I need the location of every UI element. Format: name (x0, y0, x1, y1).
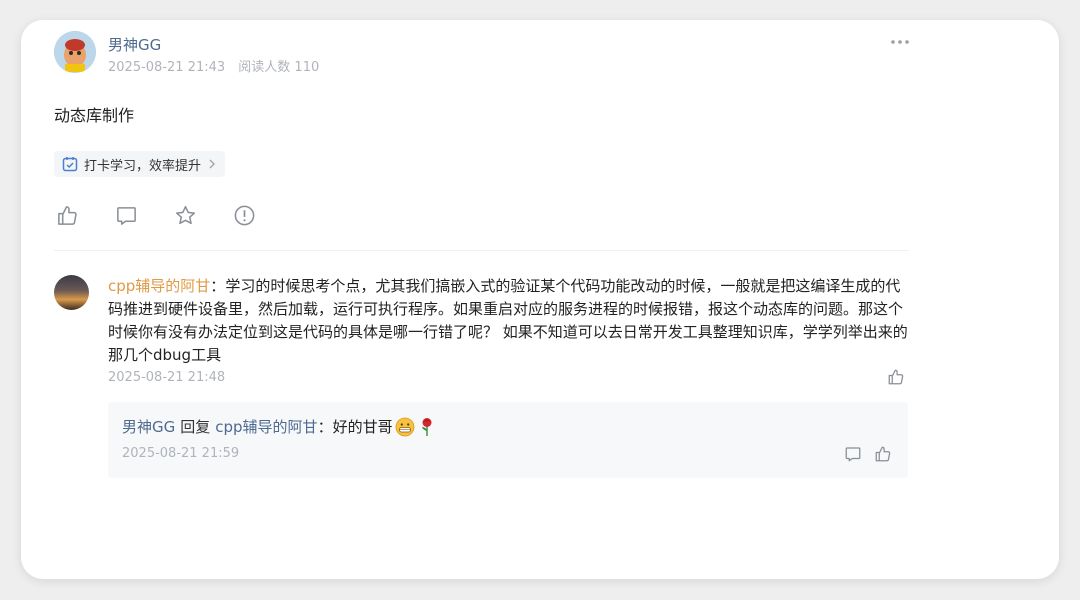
comment-time: 2025-08-21 21:48 (108, 370, 226, 385)
post-date: 2025-08-21 21:43 (108, 60, 226, 75)
post-meta: 2025-08-21 21:43 阅读人数 110 (108, 56, 319, 75)
post-title: 动态库制作 (54, 106, 135, 125)
comment-icon[interactable] (115, 204, 138, 227)
chevron-right-icon (207, 158, 217, 170)
read-count: 阅读人数 110 (238, 60, 320, 75)
like-icon[interactable] (56, 204, 79, 227)
commenter-name[interactable]: cpp辅导的阿甘 (108, 277, 210, 295)
star-icon[interactable] (174, 204, 197, 227)
reply-time: 2025-08-21 21:59 (122, 446, 240, 461)
reply-comment-icon[interactable] (844, 445, 862, 463)
reply-box: 男神GG 回复 cpp辅导的阿甘：好的甘哥 2025-08-21 21:59 (108, 402, 908, 478)
rose-emoji (417, 417, 437, 437)
reply-from[interactable]: 男神GG (122, 416, 175, 437)
reply-like-icon[interactable] (874, 445, 892, 463)
topic-tag-label: 打卡学习，效率提升 (84, 158, 202, 174)
reply-verb: 回复 (180, 418, 211, 436)
commenter-avatar[interactable] (54, 275, 89, 310)
topic-tag[interactable]: 打卡学习，效率提升 (54, 151, 226, 177)
grinning-face-emoji (395, 417, 415, 437)
author-avatar[interactable] (54, 31, 96, 73)
post-actions (56, 204, 256, 227)
divider (54, 250, 909, 251)
reply-to[interactable]: cpp辅导的阿甘 (215, 416, 317, 437)
comment-like-icon[interactable] (887, 368, 905, 386)
comment-content: 学习的时候思考个点，尤其我们搞嵌入式的验证某个代码功能改动的时候，一般就是把这编… (108, 277, 908, 364)
reply-separator: ： (317, 418, 333, 436)
comment-body: cpp辅导的阿甘：学习的时候思考个点，尤其我们搞嵌入式的验证某个代码功能改动的时… (108, 275, 908, 367)
author-name[interactable]: 男神GG (108, 34, 161, 55)
reply-line: 男神GG 回复 cpp辅导的阿甘：好的甘哥 (122, 416, 437, 437)
comment-separator: ： (210, 277, 226, 295)
reply-content: 好的甘哥 (332, 418, 393, 436)
report-icon[interactable] (233, 204, 256, 227)
more-icon[interactable] (887, 32, 913, 52)
checkin-icon (62, 156, 78, 172)
post-card: 男神GG 2025-08-21 21:43 阅读人数 110 动态库制作 打卡学… (21, 20, 1059, 579)
